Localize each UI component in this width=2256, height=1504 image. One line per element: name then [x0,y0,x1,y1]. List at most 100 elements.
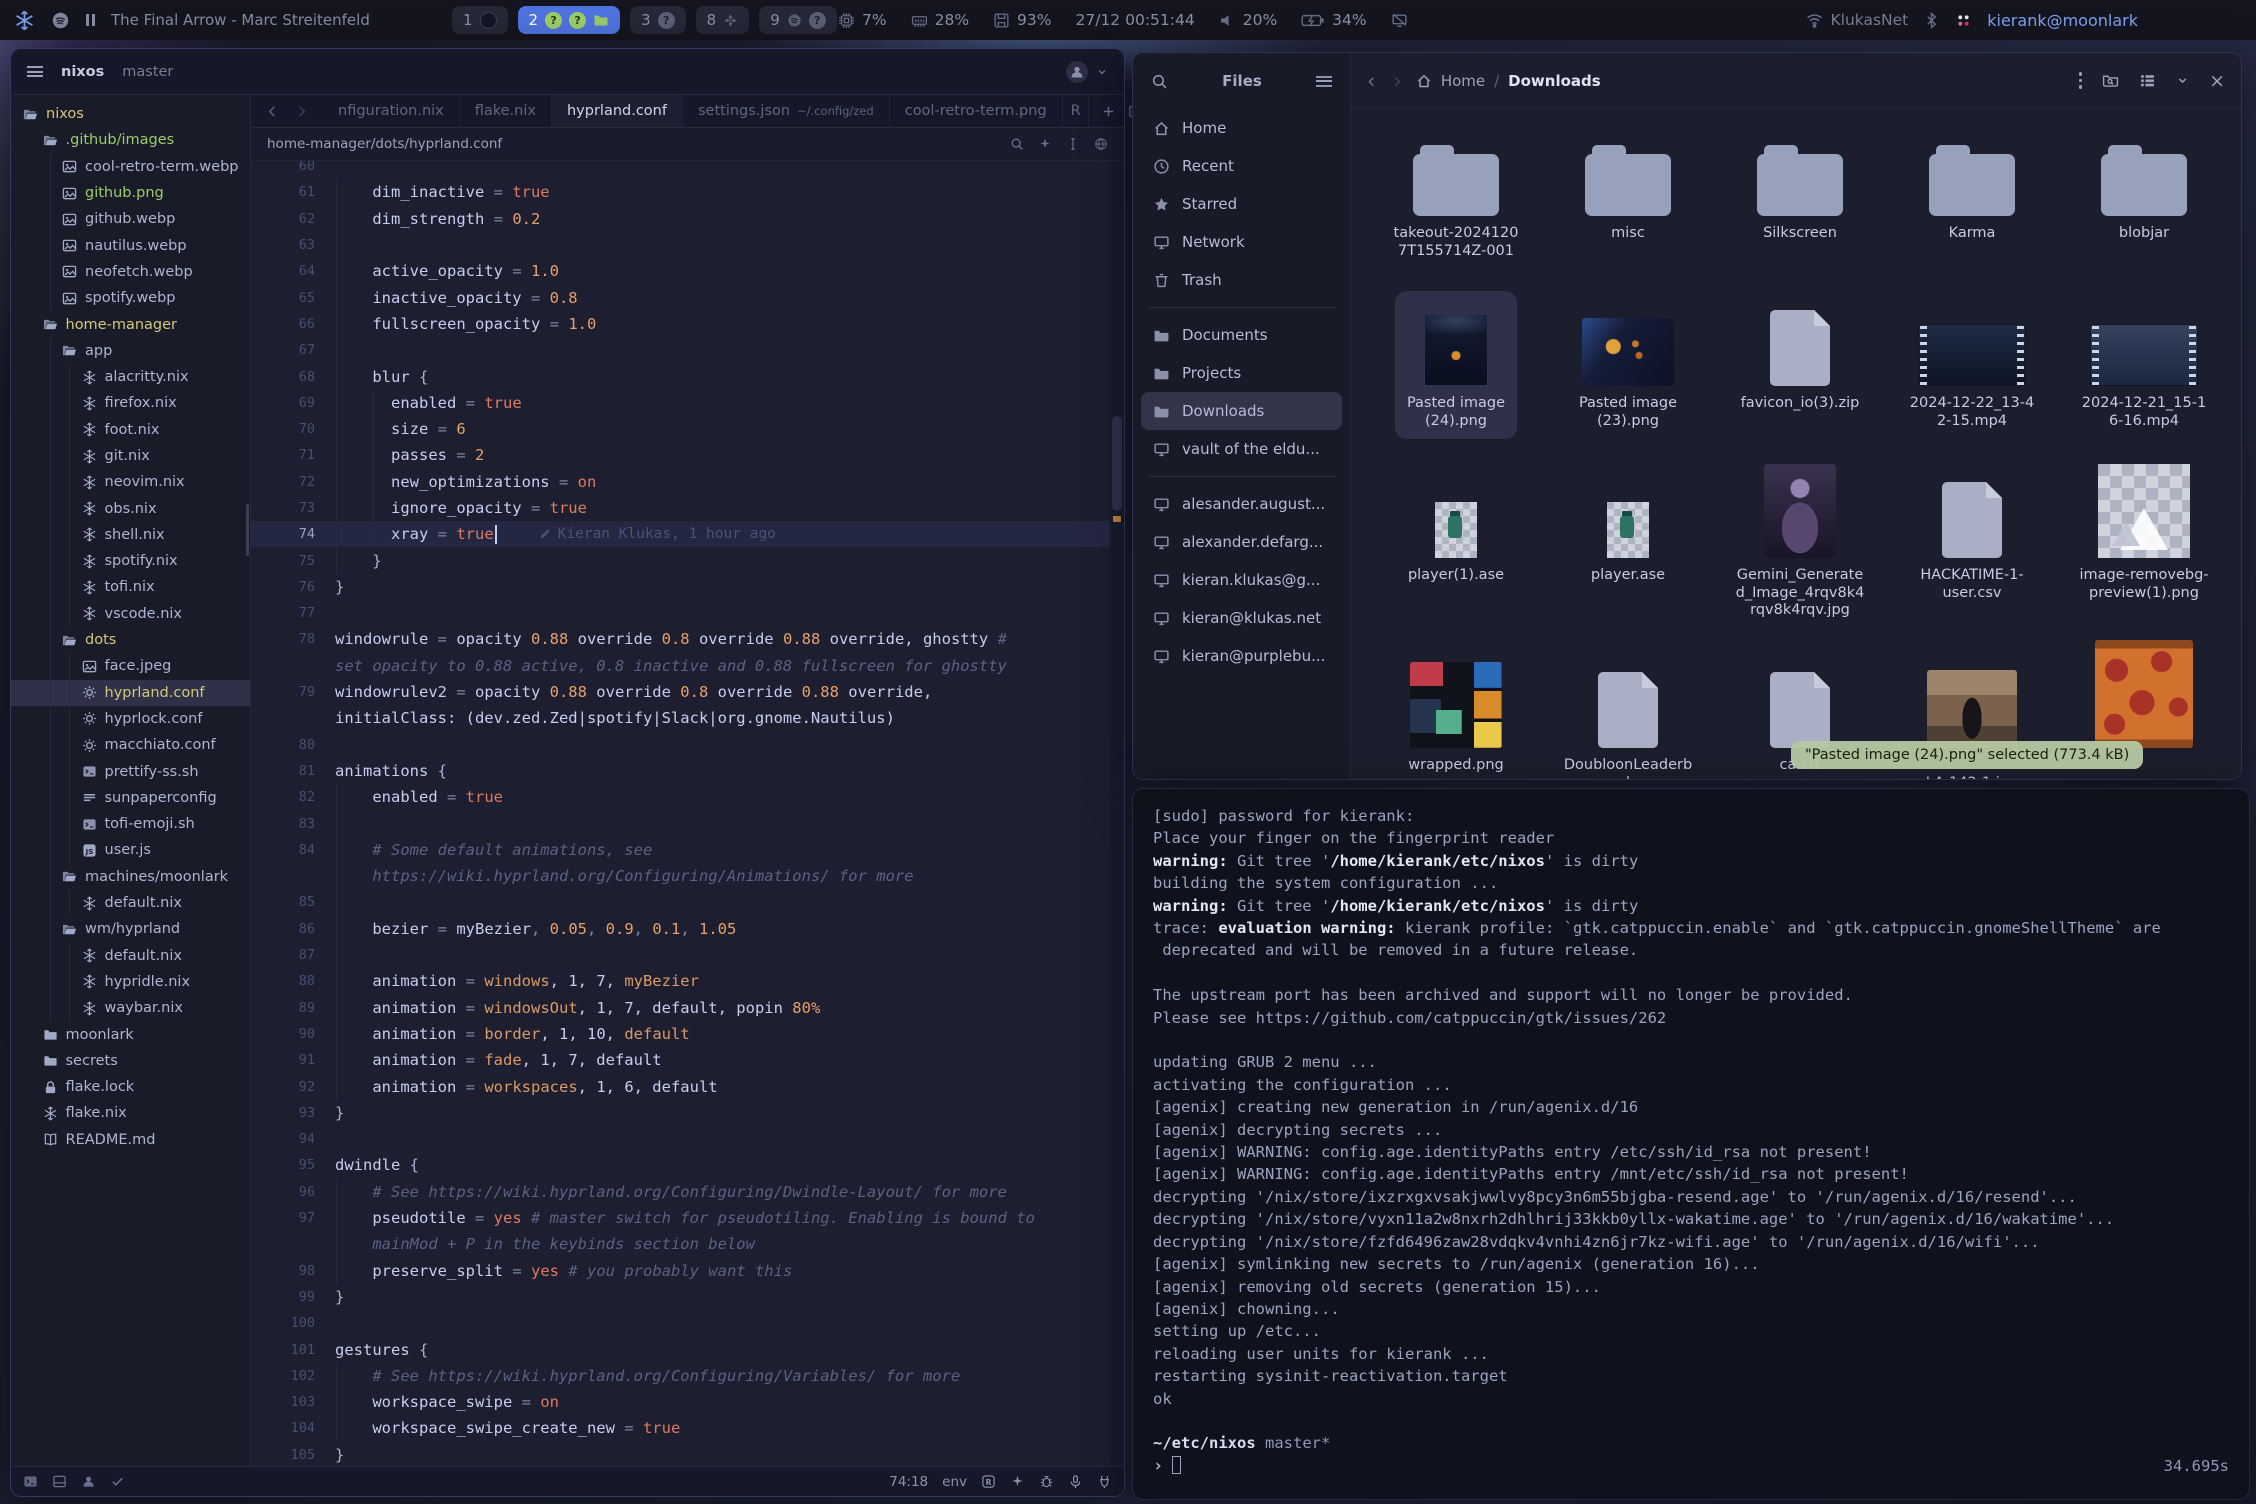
hamburger-menu-icon[interactable] [1316,76,1332,87]
code-line-87[interactable]: 87 [251,942,1110,968]
code-line-70[interactable]: 70 size = 6 [251,416,1110,442]
tree-item-prettify-ss.sh[interactable]: prettify-ss.sh [11,758,250,784]
file-item-2024-12-22_13-4[interactable]: 2024-12-22_13-4 2-15.mp4 [1886,291,2058,439]
folder-search-icon[interactable] [2102,72,2119,89]
close-window-button[interactable]: × [2209,70,2225,92]
file-item-DoubloonLeaderb[interactable]: DoubloonLeaderb oard.csv [1542,627,1714,780]
code-line-103[interactable]: 103 workspace_swipe = on [251,1389,1110,1415]
volume-stat[interactable]: 20% [1219,11,1277,29]
sidebar-item-kieran@purplebu...[interactable]: kieran@purplebu... [1141,637,1342,675]
zed-titlebar[interactable]: nixos master [11,49,1124,95]
code-line-100[interactable]: 100 [251,1310,1110,1336]
editor-scrollbar[interactable] [1110,161,1124,1466]
code-line-wrap[interactable]: mainMod + P in the keybinds section belo… [251,1231,1110,1257]
formatter-icon[interactable]: R [981,1474,996,1489]
tree-item-waybar.nix[interactable]: waybar.nix [11,995,250,1021]
code-line-91[interactable]: 91 animation = fade, 1, 7, default [251,1047,1110,1073]
sidebar-item-kieran.klukas@g...[interactable]: kieran.klukas@g... [1141,561,1342,599]
tree-item-user.js[interactable]: JSuser.js [11,837,250,863]
mic-icon[interactable] [1068,1474,1083,1489]
sidebar-item-Network[interactable]: Network [1141,223,1342,261]
tree-item-spotify.webp[interactable]: spotify.webp [11,285,250,311]
tab-nfiguration.nix[interactable]: nfiguration.nix [323,95,460,127]
sidebar-item-Recent[interactable]: Recent [1141,147,1342,185]
panel-scrollbar[interactable] [246,504,249,556]
sidebar-item-vault of the eldu...[interactable]: vault of the eldu... [1141,430,1342,468]
file-item-HACKATIME-1-[interactable]: HACKATIME-1- user.csv [1886,449,2058,629]
code-line-71[interactable]: 71 passes = 2 [251,442,1110,468]
breadcrumb-root[interactable]: Home [1441,72,1485,90]
code-line-76[interactable]: 76} [251,574,1110,600]
sidebar-item-Trash[interactable]: Trash [1141,261,1342,299]
tree-item-neofetch.webp[interactable]: neofetch.webp [11,259,250,285]
file-item-wrapped.png[interactable]: wrapped.png [1370,627,1542,780]
tab-settings.json[interactable]: settings.json~/.config/zed [683,95,890,127]
code-line-wrap[interactable]: set opacity to 0.88 active, 0.8 inactive… [251,653,1110,679]
code-line-88[interactable]: 88 animation = windows, 1, 7, myBezier [251,968,1110,994]
globe-icon[interactable] [1094,137,1108,151]
network-indicator[interactable]: KlukasNet [1806,11,1908,29]
tree-item-app[interactable]: app [11,338,250,364]
tree-item-default.nix[interactable]: default.nix [11,943,250,969]
tree-item-firefox.nix[interactable]: firefox.nix [11,390,250,416]
nav-back-icon[interactable] [265,104,280,119]
tree-item-github.png[interactable]: github.png [11,180,250,206]
tree-item-shell.nix[interactable]: shell.nix [11,522,250,548]
sidebar-item-Starred[interactable]: Starred [1141,185,1342,223]
code-line-95[interactable]: 95dwindle { [251,1152,1110,1178]
code-line-77[interactable]: 77 [251,600,1110,626]
project-name[interactable]: nixos [61,64,104,80]
tab-R[interactable]: R [1063,95,1089,127]
tree-item-cool-retro-term.webp[interactable]: cool-retro-term.webp [11,154,250,180]
text-cursor-icon[interactable] [1066,137,1080,151]
pause-icon[interactable] [86,14,95,26]
code-line-75[interactable]: 75 } [251,547,1110,573]
tree-item-tofi-emoji.sh[interactable]: tofi-emoji.sh [11,811,250,837]
tree-item-foot.nix[interactable]: foot.nix [11,417,250,443]
file-item-Pasted image[interactable]: Pasted image (24).png [1370,291,1542,439]
file-item-player.ase[interactable]: player.ase [1542,449,1714,629]
tree-item-wm/hyprland[interactable]: wm/hyprland [11,916,250,942]
tree-item-macchiato.conf[interactable]: macchiato.conf [11,732,250,758]
file-item-takeout-2024120[interactable]: takeout-2024120 7T155714Z-001 [1370,121,1542,269]
breadcrumb[interactable]: home-manager/dots/hyprland.conf [267,136,502,152]
tree-item-neovim.nix[interactable]: neovim.nix [11,469,250,495]
code-line-101[interactable]: 101gestures { [251,1336,1110,1362]
code-line-73[interactable]: 73 ignore_opacity = true [251,495,1110,521]
tree-item-home-manager[interactable]: home-manager [11,311,250,337]
tree-item-dots[interactable]: dots [11,627,250,653]
nixos-logo-icon[interactable] [14,10,35,31]
sidebar-item-alesander.august...[interactable]: alesander.august... [1141,485,1342,523]
breadcrumb-current[interactable]: Downloads [1508,72,1601,90]
code-line-63[interactable]: 63 [251,232,1110,258]
tree-item-nixos[interactable]: nixos [11,101,250,127]
code-line-98[interactable]: 98 preserve_split = yes # you probably w… [251,1257,1110,1283]
workspace-9[interactable]: 9? [759,6,837,34]
tree-item-machines/moonlark[interactable]: machines/moonlark [11,864,250,890]
bluetooth-icon[interactable] [1923,12,1940,29]
code-line-99[interactable]: 99} [251,1284,1110,1310]
collab-icon[interactable] [81,1474,96,1489]
forward-button[interactable]: › [1393,69,1401,93]
file-item-Silkscreen[interactable]: Silkscreen [1714,121,1886,269]
avatar[interactable] [1066,61,1088,83]
search-icon[interactable] [1010,137,1024,151]
code-line-62[interactable]: 62 dim_strength = 0.2 [251,206,1110,232]
chevron-down-icon[interactable] [1096,66,1108,78]
workspace-1[interactable]: 1 [452,6,508,34]
plug-icon[interactable] [1097,1474,1112,1489]
code-line-105[interactable]: 105} [251,1442,1110,1466]
code-line-96[interactable]: 96 # See https://wiki.hyprland.org/Confi… [251,1179,1110,1205]
tab-hyprland.conf[interactable]: hyprland.conf [552,95,683,127]
scrollbar-thumb[interactable] [1112,416,1122,511]
code-line-102[interactable]: 102 # See https://wiki.hyprland.org/Conf… [251,1363,1110,1389]
tree-item-spotify.nix[interactable]: spotify.nix [11,548,250,574]
code-line-82[interactable]: 82 enabled = true [251,784,1110,810]
tree-item-default.nix[interactable]: default.nix [11,890,250,916]
terminal-panel-icon[interactable] [23,1474,38,1489]
tree-item-flake.nix[interactable]: flake.nix [11,1100,250,1126]
language-mode[interactable]: env [942,1474,967,1490]
sidebar-item-Documents[interactable]: Documents [1141,316,1342,354]
workspace-2[interactable]: 2?? [518,6,621,34]
tree-item-tofi.nix[interactable]: tofi.nix [11,574,250,600]
